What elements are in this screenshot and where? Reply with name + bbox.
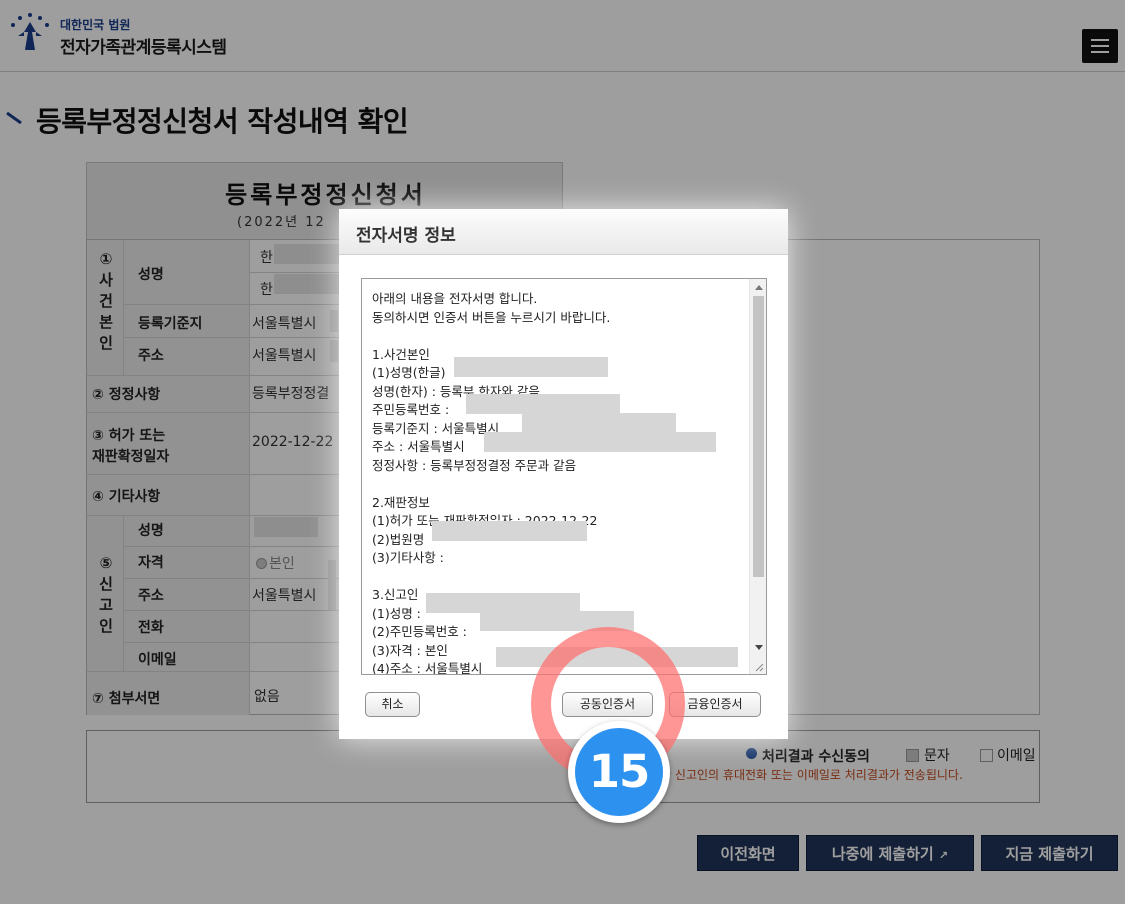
resize-grip-icon[interactable] xyxy=(754,662,764,672)
modal-header: 전자서명 정보 xyxy=(339,209,788,255)
signature-line xyxy=(372,568,742,587)
redaction xyxy=(484,432,716,452)
modal-title: 전자서명 정보 xyxy=(356,226,456,246)
signature-line: 아래의 내용을 전자서명 합니다. xyxy=(372,291,538,306)
redaction xyxy=(454,357,608,377)
cancel-button[interactable]: 취소 xyxy=(365,692,420,717)
signature-line: 2.재판정보 xyxy=(372,494,430,510)
signature-line xyxy=(372,327,742,346)
signature-line xyxy=(372,475,742,494)
redaction xyxy=(426,593,580,613)
redaction xyxy=(466,394,620,414)
step-number-badge: 15 xyxy=(568,721,670,823)
redaction xyxy=(432,521,587,541)
redaction xyxy=(522,413,676,433)
signature-line: 정정사항 : 등록부정정결정 주문과 같음 xyxy=(372,457,577,473)
scroll-up-arrow-icon[interactable] xyxy=(755,285,763,290)
signature-line: (3)기타사항 : xyxy=(372,550,444,565)
scroll-down-arrow-icon[interactable] xyxy=(755,645,763,650)
signature-content-textarea[interactable]: 아래의 내용을 전자서명 합니다. 동의하시면 인증서 버튼을 누르시기 바랍니다… xyxy=(361,278,767,675)
scroll-thumb[interactable] xyxy=(753,296,764,577)
scrollbar[interactable] xyxy=(749,279,766,674)
signature-line: 동의하시면 인증서 버튼을 누르시기 바랍니다. xyxy=(372,309,611,325)
